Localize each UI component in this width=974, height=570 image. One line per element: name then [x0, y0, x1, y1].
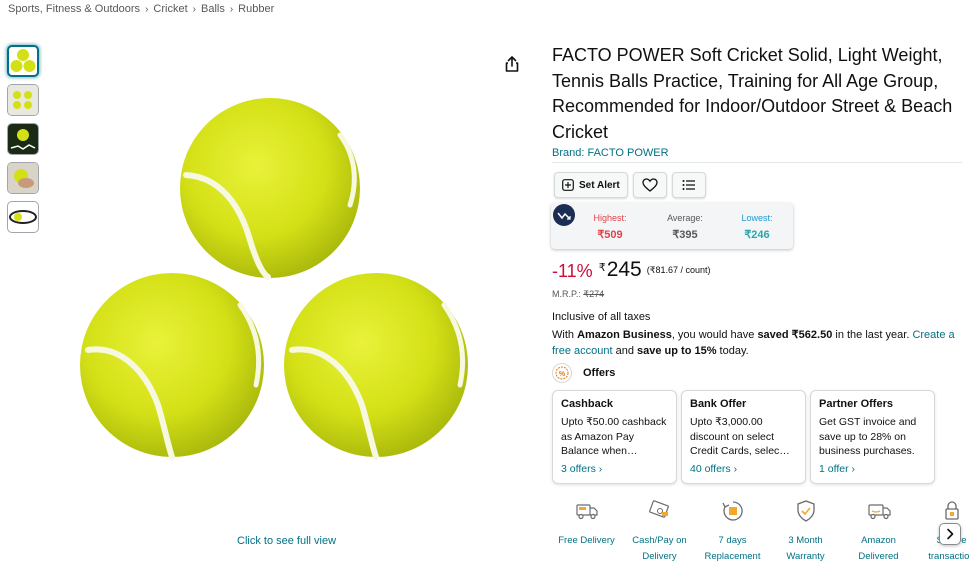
feature-label: Cash/Pay on Delivery: [632, 535, 687, 562]
offers-title: Offers: [583, 367, 616, 379]
price-block: -11% ₹ 245 (₹81.67 / count): [552, 258, 711, 282]
main-product-image[interactable]: [70, 95, 490, 465]
biz-text-1: With: [552, 329, 578, 341]
mrp-value: ₹274: [583, 289, 605, 299]
plus-box-icon: [562, 179, 574, 191]
biz-save-up: save up to 15%: [637, 345, 717, 357]
image-thumbnails: [7, 45, 39, 233]
divider: [552, 162, 962, 163]
delivery-features: Free Delivery Cash/Pay on Delivery 7 day…: [550, 498, 970, 570]
offer-title: Partner Offers: [819, 398, 893, 410]
breadcrumb-separator: ›: [192, 3, 196, 15]
feature-cash-pay[interactable]: Cash/Pay on Delivery: [623, 498, 696, 570]
offers-percent-icon: %: [552, 363, 572, 383]
features-next-button[interactable]: [939, 523, 961, 545]
offer-link[interactable]: 3 offers ›: [561, 463, 668, 475]
price-highest: Highest: ₹509: [580, 213, 640, 241]
feature-free-delivery[interactable]: Free Delivery: [550, 498, 623, 570]
feature-warranty[interactable]: 3 Month Warranty: [769, 498, 842, 570]
offer-cards: Cashback Upto ₹50.00 cashback as Amazon …: [552, 390, 935, 484]
thumbnail-1[interactable]: [7, 45, 39, 77]
feature-amazon-delivered[interactable]: Amazon Delivered: [842, 498, 915, 570]
thumbnail-3[interactable]: [7, 123, 39, 155]
highest-value: ₹509: [597, 229, 623, 241]
feature-label: Free Delivery: [558, 535, 615, 546]
cash-pay-icon: [646, 498, 674, 524]
unit-price: (₹81.67 / count): [646, 265, 711, 275]
breadcrumb: Sports, Fitness & Outdoors › Cricket › B…: [8, 3, 274, 15]
amazon-delivered-icon: [865, 498, 893, 524]
thumbnail-5[interactable]: [7, 201, 39, 233]
biz-saved: saved ₹562.50: [757, 329, 833, 341]
currency-symbol: ₹: [598, 262, 606, 274]
offer-card-bank[interactable]: Bank Offer Upto ₹3,000.00 discount on se…: [681, 390, 806, 484]
mrp-label: M.R.P.:: [552, 289, 581, 299]
set-alert-label: Set Alert: [579, 179, 620, 191]
offer-link[interactable]: 40 offers ›: [690, 463, 797, 475]
product-title: FACTO POWER Soft Cricket Solid, Light We…: [552, 45, 953, 142]
tennis-ball-right: [284, 273, 468, 460]
breadcrumb-separator: ›: [145, 3, 149, 15]
wishlist-button[interactable]: [632, 172, 667, 198]
price-tracker-toolbar: Set Alert: [554, 172, 706, 198]
thumbnail-2[interactable]: [7, 84, 39, 116]
feature-label: Amazon Delivered: [858, 535, 899, 562]
biz-text-4: and: [612, 345, 638, 357]
offer-desc: Get GST invoice and save up to 28% on bu…: [819, 416, 917, 457]
see-full-view-link[interactable]: Click to see full view: [237, 535, 336, 547]
business-savings-text: With Amazon Business, you would have sav…: [552, 327, 970, 359]
feature-label: 7 days Replacement: [704, 535, 761, 562]
average-label: Average:: [667, 213, 703, 223]
offer-card-partner[interactable]: Partner Offers Get GST invoice and save …: [810, 390, 935, 484]
offer-desc: Upto ₹50.00 cashback as Amazon Pay Balan…: [561, 416, 667, 457]
mrp: M.R.P.: ₹274: [552, 289, 604, 300]
breadcrumb-item-sports[interactable]: Sports, Fitness & Outdoors: [8, 3, 140, 15]
offer-card-cashback[interactable]: Cashback Upto ₹50.00 cashback as Amazon …: [552, 390, 677, 484]
average-value: ₹395: [672, 229, 698, 241]
offer-title: Bank Offer: [690, 398, 747, 410]
biz-text-3: in the last year.: [832, 329, 913, 341]
feature-replacement[interactable]: 7 days Replacement: [696, 498, 769, 570]
replacement-icon: [719, 498, 747, 524]
price-history-panel: Highest: ₹509 Average: ₹395 Lowest: ₹246: [551, 203, 793, 249]
breadcrumb-item-rubber[interactable]: Rubber: [238, 3, 274, 15]
offers-header: % Offers: [552, 363, 615, 383]
share-icon[interactable]: [503, 55, 521, 73]
breadcrumb-separator: ›: [229, 3, 234, 15]
biz-amazon-business: Amazon Business: [577, 329, 672, 341]
breadcrumb-item-balls[interactable]: Balls: [201, 3, 225, 15]
price-average: Average: ₹395: [655, 213, 715, 241]
tennis-ball-top: [180, 98, 360, 280]
feature-label: 3 Month Warranty: [786, 535, 825, 562]
set-alert-button[interactable]: Set Alert: [554, 172, 628, 198]
price-lowest: Lowest: ₹246: [727, 213, 787, 241]
tax-note: Inclusive of all taxes: [552, 311, 651, 323]
biz-text-2: , you would have: [671, 329, 758, 341]
secure-transaction-icon: [938, 498, 966, 524]
highest-label: Highest:: [593, 213, 627, 223]
list-icon: [682, 180, 695, 190]
list-button[interactable]: [671, 172, 706, 198]
lowest-label: Lowest:: [741, 213, 773, 223]
chevron-right-icon: [947, 528, 954, 540]
discount-percent: -11%: [552, 261, 593, 281]
brand-link[interactable]: Brand: FACTO POWER: [552, 147, 669, 159]
offer-title: Cashback: [561, 398, 613, 410]
free-delivery-icon: [573, 498, 601, 524]
tennis-ball-left: [80, 273, 264, 460]
warranty-icon: [792, 498, 820, 524]
biz-text-5: today.: [716, 345, 749, 357]
price-tracker-logo-icon: [553, 204, 575, 226]
price-value: 245: [606, 258, 642, 281]
offer-desc: Upto ₹3,000.00 discount on select Credit…: [690, 416, 790, 457]
lowest-value: ₹246: [744, 229, 770, 241]
offer-link[interactable]: 1 offer ›: [819, 463, 926, 475]
breadcrumb-item-cricket[interactable]: Cricket: [153, 3, 187, 15]
svg-text:%: %: [559, 371, 566, 378]
heart-icon: [642, 178, 658, 192]
thumbnail-4[interactable]: [7, 162, 39, 194]
